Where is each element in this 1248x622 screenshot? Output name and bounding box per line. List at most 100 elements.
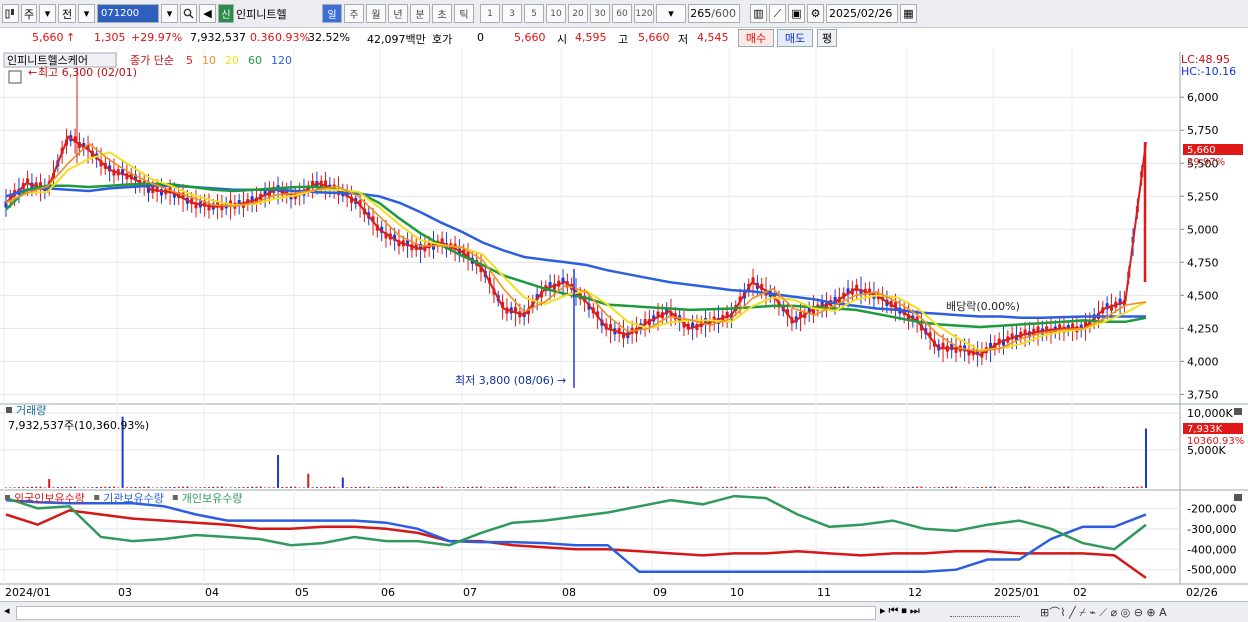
period-main-select[interactable]: 주 [21, 4, 37, 23]
volume-bar [951, 487, 953, 488]
volume-bar [316, 487, 318, 488]
period-button-3[interactable]: 년 [388, 4, 408, 23]
volume-bar [307, 474, 309, 488]
turnover: 0.93% [275, 31, 310, 44]
scrollbar-track[interactable] [16, 606, 876, 620]
volume-bar [1110, 487, 1112, 488]
volume-bar [342, 478, 344, 489]
volume-bar [515, 487, 517, 488]
chart-icon[interactable] [2, 4, 19, 23]
code-dropdown-icon[interactable]: ▾ [161, 4, 178, 23]
interval-button-5[interactable]: 5 [524, 4, 544, 23]
period-button-6[interactable]: 틱 [454, 4, 474, 23]
stock-code-input[interactable]: 071200 [97, 4, 159, 23]
volume-bar [277, 455, 279, 488]
interval-dropdown[interactable]: ▾ [656, 4, 686, 23]
volume-bar [808, 487, 810, 488]
period-button-5[interactable]: 초 [432, 4, 452, 23]
holdings-close-icon[interactable] [1234, 494, 1242, 501]
volume-bar [597, 487, 599, 488]
down-arrow-icon[interactable]: ▾ [78, 4, 95, 23]
volume-bar [91, 487, 93, 488]
volume-bar [830, 487, 832, 488]
buy-button[interactable]: 매수 [738, 29, 774, 47]
volume-bar [687, 487, 689, 488]
search-icon[interactable] [180, 4, 197, 23]
gear-icon[interactable]: ⚙ [807, 4, 824, 23]
period-button-4[interactable]: 분 [410, 4, 430, 23]
volume-bar [221, 487, 223, 488]
volume-bar [657, 487, 659, 488]
low-label: 저 [678, 31, 688, 47]
scroll-left-icon[interactable]: ◂ [4, 604, 10, 617]
save-icon[interactable]: ▣ [788, 4, 805, 23]
period-button-2[interactable]: 월 [366, 4, 386, 23]
volume-bar [381, 487, 383, 488]
bar-total: /600 [711, 7, 736, 20]
interval-button-60[interactable]: 60 [612, 4, 632, 23]
line-chart-icon[interactable]: ⟋ [769, 4, 786, 23]
volume-bar [933, 487, 935, 488]
volume-bar [44, 487, 46, 488]
period-button-1[interactable]: 주 [344, 4, 364, 23]
interval-button-3[interactable]: 3 [502, 4, 522, 23]
volume-bar [730, 487, 732, 488]
bar-count-field[interactable]: 265/600 [688, 4, 740, 23]
volume-bar [35, 487, 37, 488]
volume-bar [873, 487, 875, 488]
volume-bar [407, 487, 409, 488]
ma-legend-60: 60 [248, 54, 262, 67]
grid-toggle-icon[interactable] [9, 71, 21, 83]
period-button-0[interactable]: 일 [322, 4, 342, 23]
volume-bar [182, 487, 184, 488]
holdings-legend-0: 외국인보유수량 [14, 492, 85, 505]
volume-bar [18, 487, 20, 488]
prev-button[interactable]: 전 [58, 4, 76, 23]
interval-button-10[interactable]: 10 [546, 4, 566, 23]
volume-bar [333, 487, 335, 488]
avg-button[interactable]: 평 [817, 29, 837, 47]
speaker-icon[interactable]: ◀ [199, 4, 216, 23]
date-input[interactable]: 2025/02/26 [826, 4, 898, 23]
candle-icon[interactable]: ▥ [750, 4, 767, 23]
dropdown-arrow-icon[interactable]: ▾ [39, 4, 56, 23]
volume-bar [1007, 487, 1009, 488]
ratio2: 32.52% [308, 31, 350, 44]
holdings-tick-label-2: -400,000 [1187, 543, 1236, 556]
date-label-11: 2025/01 [994, 586, 1040, 599]
price-tick-label-1: 5,750 [1187, 124, 1219, 137]
volume-bar [160, 487, 162, 488]
sell-button[interactable]: 매도 [777, 29, 813, 47]
volume-bar [234, 487, 236, 488]
new-badge: 신 [218, 4, 234, 23]
volume-bar [549, 487, 551, 488]
interval-button-120[interactable]: 120 [634, 4, 654, 23]
volume-bar [312, 487, 314, 488]
volume-bar [463, 487, 465, 488]
volume-bar [653, 487, 655, 488]
volume-bar [800, 487, 802, 488]
volume-bar [143, 487, 145, 488]
volume-bar [1024, 487, 1026, 488]
volume-close-icon[interactable] [1234, 408, 1242, 415]
zoom-slider[interactable] [950, 608, 1020, 617]
volume-bar [601, 487, 603, 488]
volume-bar [1011, 487, 1013, 488]
volume-bar [670, 487, 672, 488]
interval-button-30[interactable]: 30 [590, 4, 610, 23]
calendar-icon[interactable]: ▦ [900, 4, 917, 23]
interval-button-20[interactable]: 20 [568, 4, 588, 23]
volume-bar [415, 487, 417, 488]
chart-area[interactable]: 6,0005,7505,5005,2505,0004,7504,5004,250… [0, 48, 1248, 621]
volume-bar [1128, 487, 1130, 488]
holdings-tick-label-1: -300,000 [1187, 523, 1236, 536]
drawing-tools[interactable]: ⊞⌒⌇ ╱ ⌿ ⌁ ⟋ ⌀ ◎ ⊖ ⊕ A [1040, 604, 1167, 620]
volume-bar [14, 487, 16, 488]
volume-bar [795, 487, 797, 488]
interval-button-1[interactable]: 1 [480, 4, 500, 23]
volume-bar [165, 487, 167, 488]
panel-handle-icon[interactable] [6, 407, 12, 413]
volume-bar [722, 487, 724, 488]
scroll-controls[interactable]: ▸⏮⏹⏭ [880, 604, 923, 618]
interval-buttons: 13510203060120 [478, 4, 654, 23]
